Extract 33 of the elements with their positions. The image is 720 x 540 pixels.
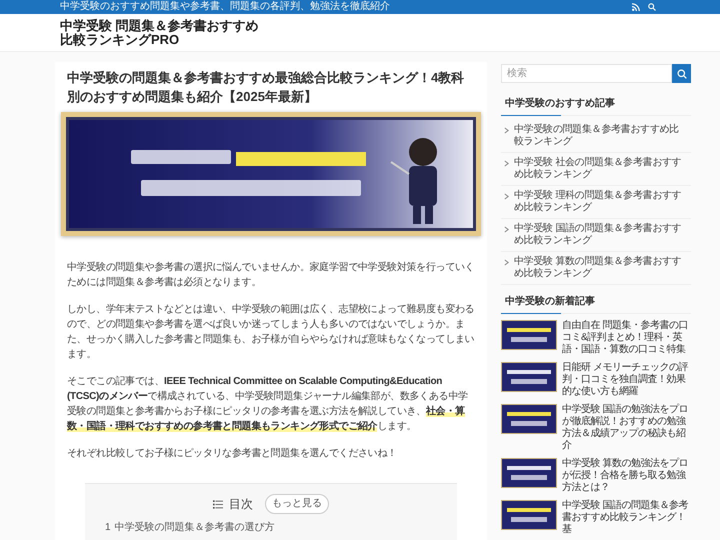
recent-article-link[interactable]: 中学受験 算数の勉強法をプロが伝授！合格を勝ち取る勉強方法とは？: [562, 458, 691, 494]
article-paragraph: それぞれ比較してお子様にピッタリな参考書と問題集を選んでくださいね！: [67, 446, 398, 461]
chevron-icon: [504, 259, 509, 266]
sidebar-link[interactable]: 中学受験 算数の問題集＆参考書おすすめ比較ランキング: [514, 256, 688, 280]
recent-article-link[interactable]: 自由自在 問題集・参考書の口コミ&評判まとめ！理科・英語・国語・算数の口コミ特集: [562, 320, 691, 356]
article-paragraph: 中学受験の問題集や参考書の選択に悩んでいませんか。家庭学習で中学受験対策を行っていくためには問題集＆参考書は必須となります。: [67, 260, 475, 290]
recent-article-link[interactable]: 中学受験 国語の問題集＆参考書おすすめ比較ランキング！基: [562, 500, 691, 536]
article-title: 中学受験の問題集＆参考書おすすめ最強総合比較ランキング！4教科別のおすすめ問題集も紹介【2025年最新】: [66, 69, 466, 106]
chevron-icon: [504, 193, 509, 200]
recent-article-link[interactable]: 日能研 メモリーチェックの評判・口コミを独自調査！効果的な使い方も網羅: [562, 362, 691, 398]
site-tagline: 中学受験のおすすめ問題集や参考書、問題集の各評判、勉強法を徹底紹介: [60, 1, 390, 13]
toc-number: 1: [105, 522, 111, 534]
sidebar-link[interactable]: 中学受験 国語の問題集＆参考書おすすめ比較ランキング: [514, 223, 688, 247]
toc-toggle-button[interactable]: もっと見る: [265, 494, 329, 514]
sidebar-link[interactable]: 中学受験の問題集＆参考書おすすめ比較ランキング: [514, 124, 688, 148]
recent-article-link[interactable]: 中学受験 国語の勉強法をプロが徹底解説！おすすめの勉強方法＆成績アップの秘訣も紹介: [562, 404, 691, 452]
chevron-icon: [504, 160, 509, 167]
search-icon: [676, 68, 686, 78]
toc-title: 目次: [229, 496, 253, 513]
list-icon: [213, 500, 223, 508]
sidebar-heading: 中学受験の新着記事: [504, 295, 596, 309]
sidebar-link[interactable]: 中学受験 社会の問題集＆参考書おすすめ比較ランキング: [514, 157, 688, 181]
chevron-icon: [504, 226, 509, 233]
rss-icon[interactable]: [632, 3, 640, 11]
sidebar-heading: 中学受験のおすすめ記事: [504, 97, 616, 111]
chevron-icon: [504, 127, 509, 134]
article-paragraph: しかし、学年末テストなどとは違い、中学受験の範囲は広く、志望校によって難易度も変わるので、どの問題集や参考書を選べば良いか迷ってしまう人も多いのではないでしょうか。また、せっかく購入した参考書と問題集も、お子様が自らやらなければ意味もなくなってしまいます。: [67, 302, 475, 362]
sidebar-link[interactable]: 中学受験 理科の問題集＆参考書おすすめ比較ランキング: [514, 190, 688, 214]
search-field[interactable]: 検索: [501, 64, 672, 83]
article-paragraph: そこでこの記事では、IEEE Technical Committee on Scalable Computing&Education (TCSC)のメンバーで構成されている、中学受験問題集ジャーナル編集部が、数多くある中学受験の問題集と参考書からお子様にピッタリの参考書を選ぶ方法を解説していき、社会・算数・国語・理科でおすすめの参考書と問題集もランキング形式でご紹介します。: [67, 374, 469, 434]
toc-link[interactable]: 中学受験の問題集＆参考書の選び方: [114, 522, 275, 534]
search-button[interactable]: [672, 64, 691, 83]
search-icon[interactable]: [648, 3, 656, 11]
